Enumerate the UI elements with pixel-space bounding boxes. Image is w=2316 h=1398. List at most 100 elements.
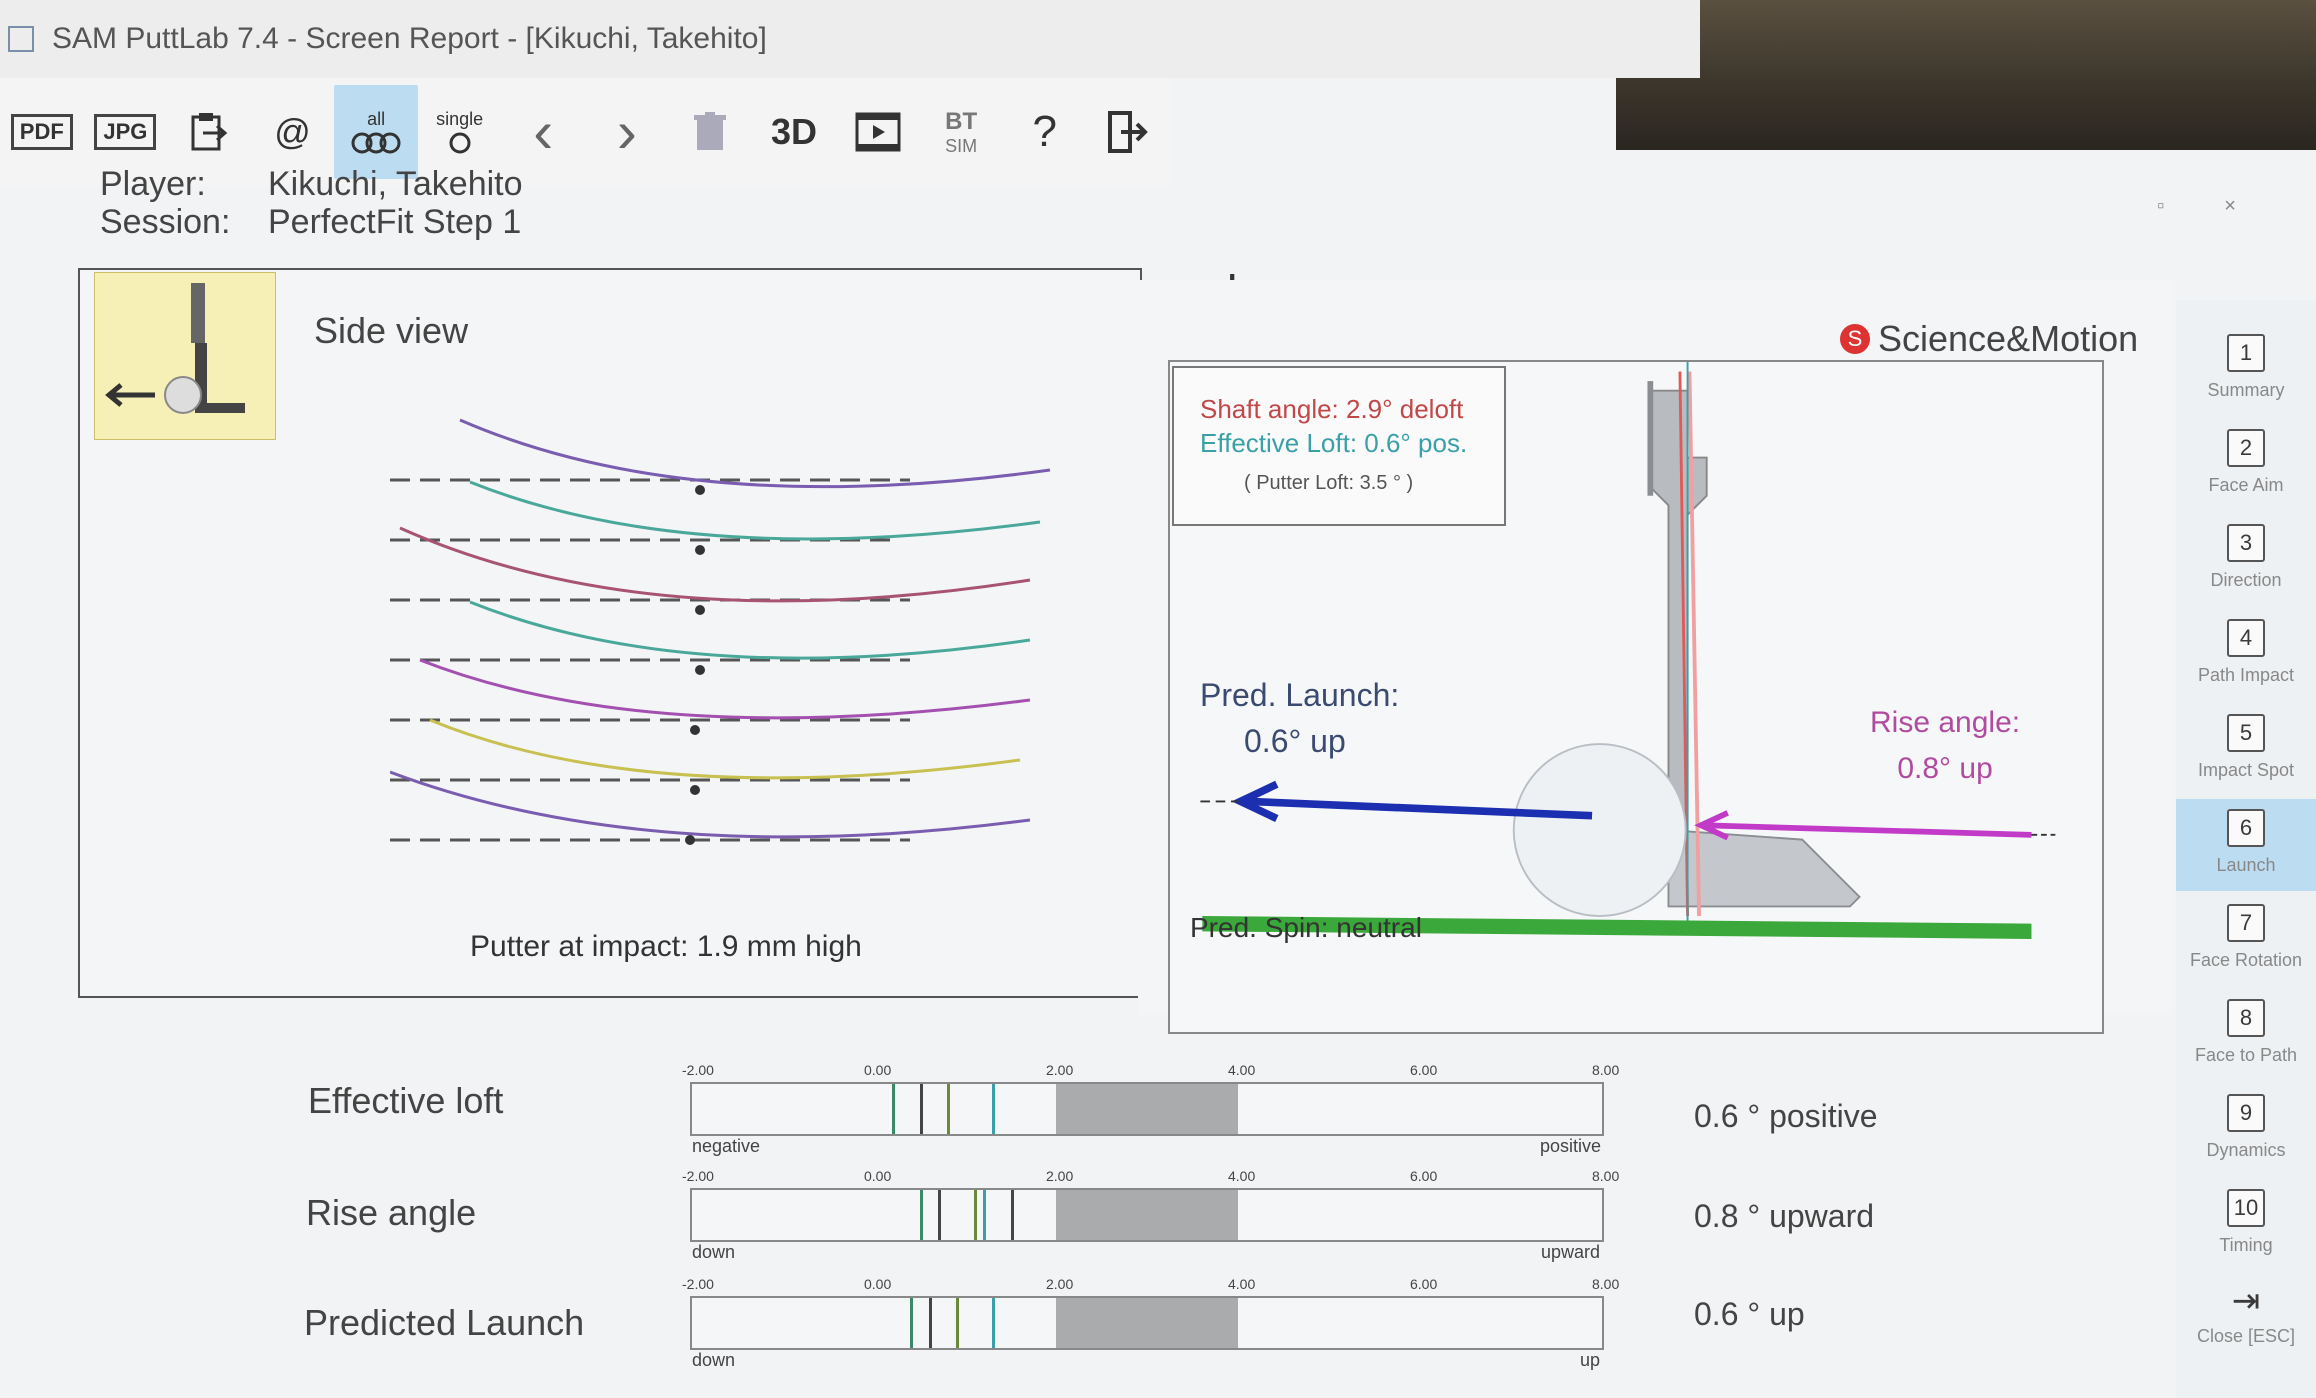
rise-angle-value: 0.8° up: [1897, 752, 1993, 785]
nav-label: Face to Path: [2194, 1045, 2298, 1065]
putt-mark: [910, 1298, 914, 1348]
nav-item-close-esc[interactable]: ⇥ Close [ESC]: [2176, 1274, 2316, 1366]
putt-mark: [983, 1190, 987, 1240]
scale-tick-label: -2.00: [682, 1276, 714, 1292]
app-icon: [8, 26, 34, 52]
single-label: single: [436, 108, 484, 129]
nav-label: Face Aim: [2208, 475, 2284, 495]
bar-left-end-label: down: [692, 1350, 736, 1370]
play-button[interactable]: [836, 85, 920, 179]
nav-number: 2: [2227, 429, 2265, 467]
scale-tick-label: 8.00: [1592, 1062, 1620, 1078]
window-controls[interactable]: ▫×: [2157, 195, 2296, 218]
nav-number: 7: [2227, 904, 2265, 942]
brand-name: Science&Motion: [1878, 318, 2139, 359]
putt-mark: [955, 1298, 959, 1348]
rise-angle-label-metric: Rise angle: [306, 1192, 477, 1233]
help-button[interactable]: ?: [1003, 85, 1087, 179]
target-range-band: [1056, 1084, 1238, 1134]
nav-item-path-impact[interactable]: 4 Path Impact: [2176, 609, 2316, 701]
scale-tick-label: 4.00: [1228, 1168, 1256, 1184]
scale-tick-label: 2.00: [1046, 1168, 1074, 1184]
scale-tick-label: -2.00: [682, 1062, 714, 1078]
player-label: Player:: [100, 165, 206, 203]
nav-item-dynamics[interactable]: 9 Dynamics: [2176, 1084, 2316, 1176]
target-range-band: [1056, 1298, 1238, 1348]
report-nav: 1 Summary 2 Face Aim 3 Direction 4 Path Impact 5…: [2176, 300, 2316, 1398]
bar-right-end-label: upward: [1540, 1242, 1600, 1262]
putt-mark: [1010, 1190, 1014, 1240]
pred-launch-readout: Pred. Launch: 0.6° up: [1200, 672, 1399, 764]
nav-number: 1: [2227, 334, 2265, 372]
chevron-left-icon: ‹: [533, 98, 554, 165]
putt-mark: [892, 1084, 896, 1134]
nav-item-face-aim[interactable]: 2 Face Aim: [2176, 419, 2316, 511]
scale-tick-label: -2.00: [682, 1168, 714, 1184]
nav-item-launch[interactable]: 6 Launch: [2176, 799, 2316, 891]
window-title: SAM PuttLab 7.4 - Screen Report - [Kikuc…: [52, 22, 767, 55]
nav-label: Impact Spot: [2197, 760, 2295, 780]
play-icon: [855, 112, 901, 152]
nav-number: 10: [2227, 1189, 2265, 1227]
jpg-icon: JPG: [94, 114, 157, 150]
effective-loft-label: Effective loft: [308, 1080, 504, 1121]
exit-button[interactable]: [1087, 85, 1171, 179]
scale-tick-label: 8.00: [1592, 1276, 1620, 1292]
email-icon: @: [274, 111, 311, 152]
stroke-traces: [390, 418, 1051, 845]
session-name: PerfectFit Step 1: [268, 203, 522, 241]
bt-sim-button[interactable]: BT SIM: [919, 85, 1003, 179]
scale-tick-label: 4.00: [1228, 1062, 1256, 1078]
nav-label: Face Rotation: [2189, 950, 2303, 970]
scale-tick-label: 6.00: [1410, 1276, 1438, 1292]
3d-button[interactable]: 3D: [752, 85, 836, 179]
pdf-button[interactable]: PDF: [0, 85, 84, 179]
angle-readout-box: Shaft angle: 2.9° deloft Effective Loft:…: [1172, 366, 1506, 526]
nav-number: 3: [2227, 524, 2265, 562]
nav-item-impact-spot[interactable]: 5 Impact Spot: [2176, 704, 2316, 796]
nav-item-direction[interactable]: 3 Direction: [2176, 514, 2316, 606]
putt-mark: [974, 1190, 978, 1240]
putt-mark: [992, 1298, 996, 1348]
bar-left-end-label: down: [692, 1242, 736, 1262]
predicted-launch-value: 0.6 ° up: [1694, 1296, 1805, 1332]
putter-impact-text: Putter at impact: 1.9 mm high: [470, 930, 862, 963]
bar-right-end-label: up: [1579, 1350, 1600, 1370]
side-view-label: Side view: [314, 310, 469, 351]
player-info: Player: Kikuchi, Takehito Session: Perfect…: [100, 165, 523, 241]
side-view-panel: Side view Putter at impact: 1.9 mm high: [78, 268, 1142, 998]
all-label: all: [367, 108, 386, 129]
scale-tick-label: 8.00: [1592, 1168, 1620, 1184]
nav-item-face-to-path[interactable]: 8 Face to Path: [2176, 989, 2316, 1081]
all-circles-icon: [351, 132, 401, 153]
putt-mark: [992, 1084, 996, 1134]
nav-item-face-rotation[interactable]: 7 Face Rotation: [2176, 894, 2316, 986]
nav-number: 5: [2227, 714, 2265, 752]
app-window: SAM PuttLab 7.4 - Screen Report - [Kikuc…: [0, 0, 2316, 1398]
side-view-thumbnail[interactable]: [94, 272, 276, 440]
brand-logo: S Science&Motion: [1840, 318, 2138, 360]
putt-mark: [937, 1190, 941, 1240]
session-label: Session:: [100, 203, 231, 241]
delete-button[interactable]: [669, 85, 753, 179]
scale-tick-label: 0.00: [864, 1276, 892, 1292]
target-range-band: [1056, 1190, 1238, 1240]
nav-item-summary[interactable]: 1 Summary: [2176, 324, 2316, 416]
shaft-angle-text: Shaft angle: 2.9° deloft: [1200, 394, 1464, 424]
nav-number: 9: [2227, 1094, 2265, 1132]
monitor-bezel: [1616, 0, 2316, 150]
pred-launch-label: Pred. Launch:: [1200, 677, 1400, 713]
predicted-launch-bar: [690, 1296, 1604, 1350]
predicted-launch-label: Predicted Launch: [304, 1302, 585, 1343]
title-bar: SAM PuttLab 7.4 - Screen Report - [Kikuc…: [0, 0, 1700, 78]
putt-mark: [919, 1084, 923, 1134]
science-motion-logo-icon: S: [1840, 324, 1870, 354]
effective-loft-bar: [690, 1082, 1604, 1136]
3d-label: 3D: [770, 111, 817, 152]
rise-angle-value-metric: 0.8 ° upward: [1694, 1198, 1875, 1234]
nav-item-timing[interactable]: 10 Timing: [2176, 1179, 2316, 1271]
close-icon: ⇥: [2231, 1282, 2261, 1320]
scale-tick-label: 0.00: [864, 1168, 892, 1184]
next-button[interactable]: ›: [585, 85, 669, 179]
single-circle-icon: [449, 132, 471, 153]
